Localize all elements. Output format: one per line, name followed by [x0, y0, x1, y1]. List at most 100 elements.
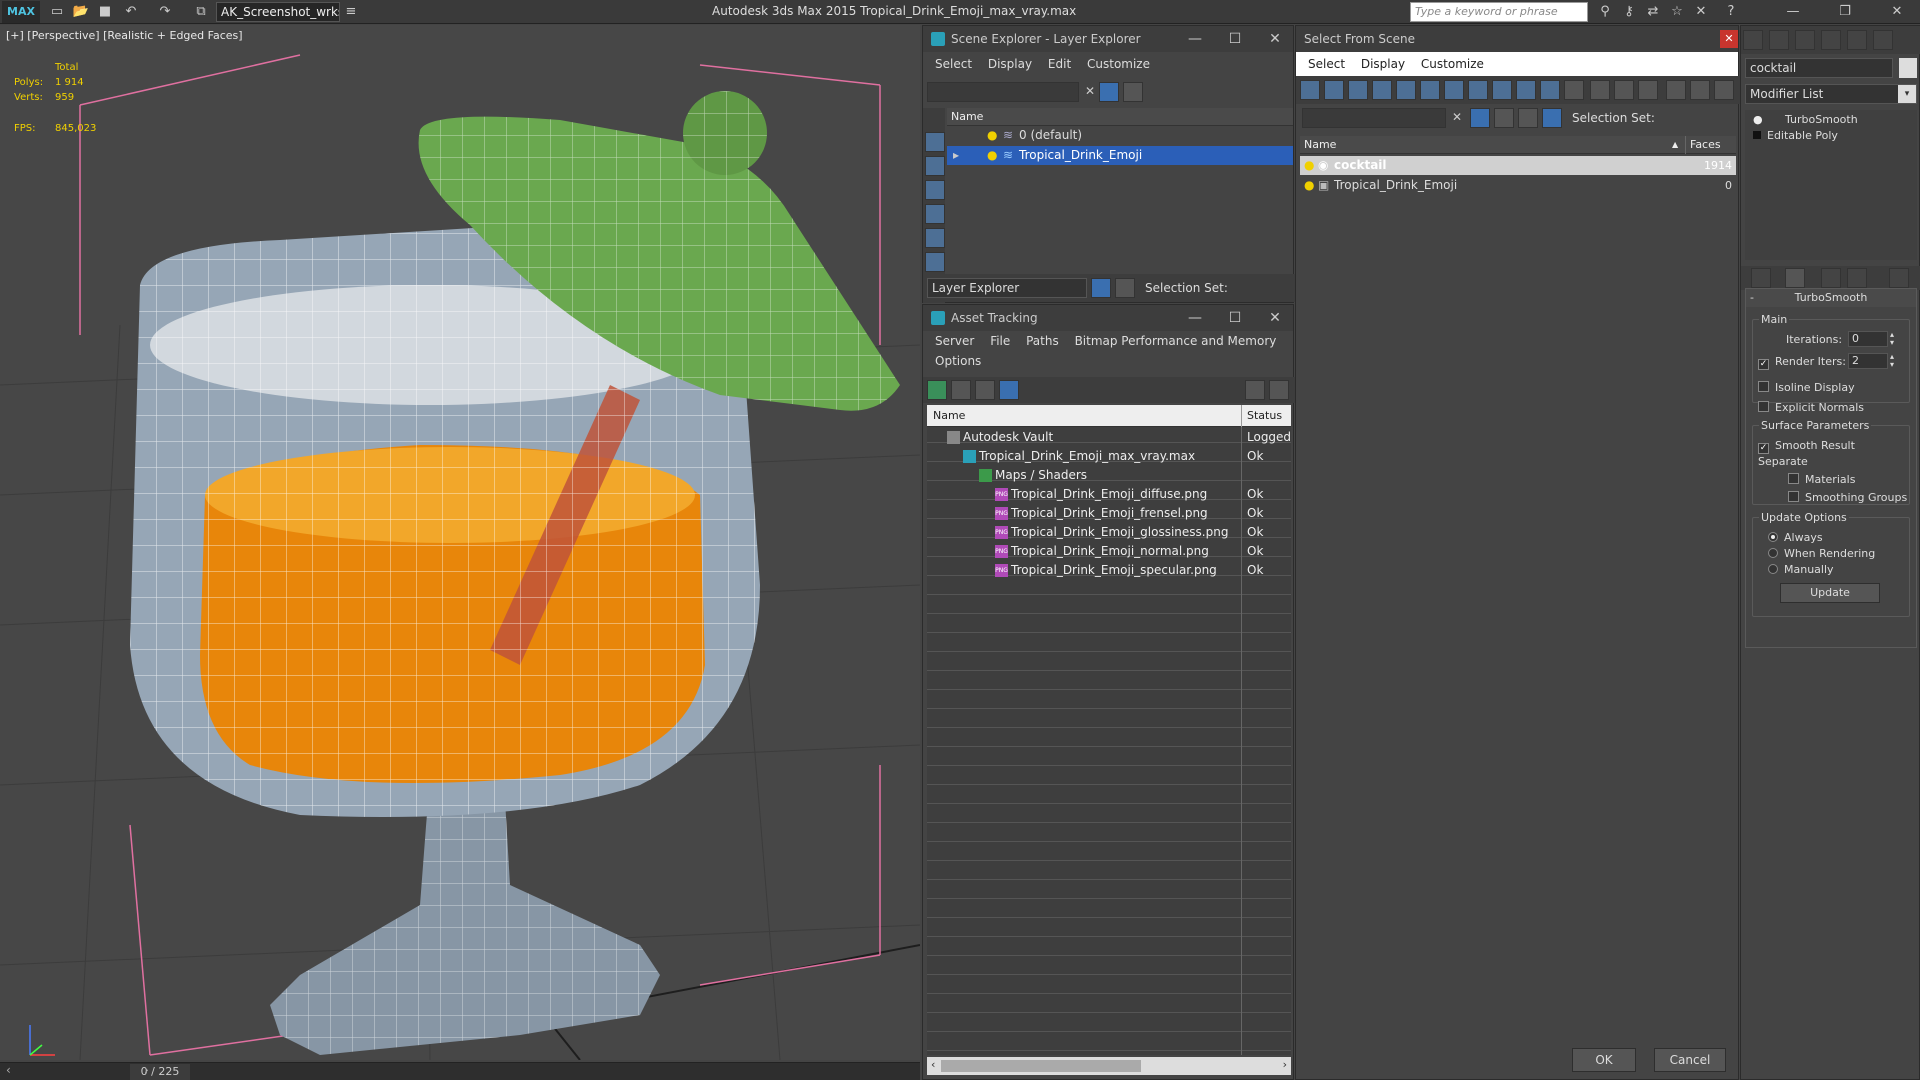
- collapse-icon[interactable]: -: [1750, 289, 1754, 307]
- lightbulb-icon[interactable]: ●: [1304, 156, 1314, 175]
- smoothing-groups-checkbox[interactable]: Smoothing Groups: [1788, 491, 1907, 504]
- list-view-icon[interactable]: [951, 380, 971, 400]
- hierarchy-icon[interactable]: [1115, 278, 1135, 298]
- help-icon[interactable]: ?: [1722, 3, 1740, 21]
- asset-row[interactable]: Maps / Shaders: [927, 466, 1291, 485]
- ok-button[interactable]: OK: [1572, 1048, 1636, 1072]
- menu-customize[interactable]: Customize: [1087, 52, 1150, 76]
- asset-row[interactable]: Autodesk Vault Logged: [927, 428, 1291, 447]
- manually-radio[interactable]: Manually: [1768, 563, 1834, 576]
- minimize-icon[interactable]: —: [1175, 305, 1215, 331]
- groups-icon[interactable]: [1468, 80, 1488, 100]
- object-row-selected[interactable]: ● ◉ cocktail 1914: [1300, 156, 1736, 175]
- thumbnail-view-icon[interactable]: [975, 380, 995, 400]
- select-all-icon[interactable]: [1590, 80, 1610, 100]
- perspective-viewport[interactable]: [+] [Perspective] [Realistic + Edged Fac…: [0, 25, 920, 1060]
- always-radio[interactable]: Always: [1768, 531, 1823, 544]
- xrefs-icon[interactable]: [1492, 80, 1512, 100]
- clear-search-icon[interactable]: ✕: [1085, 84, 1095, 98]
- frozen-icon[interactable]: [1564, 80, 1584, 100]
- isoline-display-checkbox[interactable]: Isoline Display: [1758, 381, 1855, 394]
- asset-row[interactable]: PNG Tropical_Drink_Emoji_specular.png Ok: [927, 561, 1291, 580]
- menu-display[interactable]: Display: [1361, 52, 1405, 76]
- binoculars-icon[interactable]: ⚲: [1596, 3, 1614, 21]
- pin-stack-icon[interactable]: [1751, 268, 1771, 288]
- asset-row[interactable]: PNG Tropical_Drink_Emoji_glossiness.png Ok: [927, 523, 1291, 542]
- sort-arrow-icon[interactable]: ▲: [1672, 136, 1678, 154]
- maximize-icon[interactable]: ☐: [1215, 305, 1255, 331]
- menu-bitmap-performance[interactable]: Bitmap Performance and Memory: [1075, 331, 1277, 351]
- iterations-spin-arrows-icon[interactable]: ▴ ▾: [1890, 331, 1894, 347]
- close-icon[interactable]: ✕: [1255, 26, 1295, 52]
- layer-row-selected[interactable]: ▸ ● ≋ Tropical_Drink_Emoji: [947, 146, 1293, 165]
- filter-icon[interactable]: [1666, 80, 1686, 100]
- column-status[interactable]: Status: [1247, 405, 1282, 427]
- create-tab-icon[interactable]: [1743, 30, 1763, 50]
- configure-sets-icon[interactable]: [1889, 268, 1909, 288]
- shape-filter-icon[interactable]: [925, 180, 945, 200]
- light-filter-icon[interactable]: [925, 204, 945, 224]
- layer-tool-icon[interactable]: [1123, 82, 1143, 102]
- asset-row[interactable]: Tropical_Drink_Emoji_max_vray.max Ok: [927, 447, 1291, 466]
- maximize-icon[interactable]: ☐: [1215, 26, 1255, 52]
- column-name[interactable]: Name: [933, 405, 965, 427]
- when-rendering-radio[interactable]: When Rendering: [1768, 547, 1875, 560]
- cameras-icon[interactable]: [1396, 80, 1416, 100]
- select-none-icon[interactable]: [1614, 80, 1634, 100]
- refresh-icon[interactable]: [927, 380, 947, 400]
- lights-icon[interactable]: [1372, 80, 1392, 100]
- asset-row[interactable]: PNG Tropical_Drink_Emoji_diffuse.png Ok: [927, 485, 1291, 504]
- find-case-icon[interactable]: [1470, 108, 1490, 128]
- filter-icon[interactable]: [1099, 82, 1119, 102]
- workspace-dropdown[interactable]: AK_Screenshot_wrksp: [216, 2, 340, 22]
- scene-search-input[interactable]: [927, 82, 1079, 102]
- star-icon[interactable]: ☆: [1668, 3, 1686, 21]
- asset-row[interactable]: PNG Tropical_Drink_Emoji_normal.png Ok: [927, 542, 1291, 561]
- column-name[interactable]: Name: [1304, 136, 1336, 154]
- lightbulb-icon[interactable]: ●: [987, 126, 997, 145]
- motion-tab-icon[interactable]: [1821, 30, 1841, 50]
- help-icon[interactable]: [1245, 380, 1265, 400]
- show-end-result-icon[interactable]: [1785, 268, 1805, 288]
- helper-filter-icon[interactable]: [925, 252, 945, 272]
- lightbulb-icon[interactable]: ●: [1304, 176, 1314, 195]
- settings-icon[interactable]: [1269, 380, 1289, 400]
- stack-item-editable-poly[interactable]: Editable Poly: [1745, 126, 1917, 145]
- clear-filter-icon[interactable]: ✕: [1452, 110, 1462, 124]
- geometry-filter-icon[interactable]: [925, 156, 945, 176]
- object-name-field[interactable]: cocktail: [1745, 58, 1893, 78]
- table-view-icon[interactable]: [999, 380, 1019, 400]
- asset-row[interactable]: PNG Tropical_Drink_Emoji_frensel.png Ok: [927, 504, 1291, 523]
- menu-select[interactable]: Select: [935, 52, 972, 76]
- cancel-button[interactable]: Cancel: [1654, 1048, 1726, 1072]
- helpers-icon[interactable]: [1420, 80, 1440, 100]
- iterations-spinner[interactable]: 0: [1848, 331, 1888, 347]
- prev-frame-icon[interactable]: ‹: [6, 1063, 11, 1077]
- explorer-type-dropdown[interactable]: Layer Explorer: [927, 278, 1087, 298]
- minimize-icon[interactable]: —: [1175, 26, 1215, 52]
- column-faces[interactable]: Faces: [1690, 136, 1721, 154]
- utilities-tab-icon[interactable]: [1873, 30, 1893, 50]
- scroll-left-icon[interactable]: ‹: [931, 1058, 935, 1071]
- space-warps-icon[interactable]: [1444, 80, 1464, 100]
- select-invert-icon[interactable]: [1638, 80, 1658, 100]
- hierarchy-tab-icon[interactable]: [1795, 30, 1815, 50]
- explicit-normals-checkbox[interactable]: Explicit Normals: [1758, 401, 1864, 414]
- camera-filter-icon[interactable]: [925, 228, 945, 248]
- modifier-list-dropdown[interactable]: Modifier List ▾: [1745, 84, 1917, 104]
- exchange-icon[interactable]: ⇄: [1644, 3, 1662, 21]
- viewport-label[interactable]: [+] [Perspective] [Realistic + Edged Fac…: [6, 29, 243, 42]
- menu-options[interactable]: Options: [935, 351, 981, 371]
- close-icon[interactable]: ✕: [1888, 3, 1906, 21]
- modify-tab-icon[interactable]: [1769, 30, 1789, 50]
- minimize-icon[interactable]: —: [1784, 3, 1802, 21]
- bones-icon[interactable]: [1516, 80, 1536, 100]
- shapes-icon[interactable]: [1348, 80, 1368, 100]
- display-filter-icon[interactable]: [925, 132, 945, 152]
- rollout-header[interactable]: - TurboSmooth: [1746, 289, 1916, 307]
- containers-icon[interactable]: [1540, 80, 1560, 100]
- render-iters-spin-arrows-icon[interactable]: ▴ ▾: [1890, 353, 1894, 369]
- frame-counter[interactable]: 0 / 225: [130, 1064, 190, 1080]
- expand-arrow-icon[interactable]: ▸: [953, 146, 959, 165]
- selection-set-icon[interactable]: [1542, 108, 1562, 128]
